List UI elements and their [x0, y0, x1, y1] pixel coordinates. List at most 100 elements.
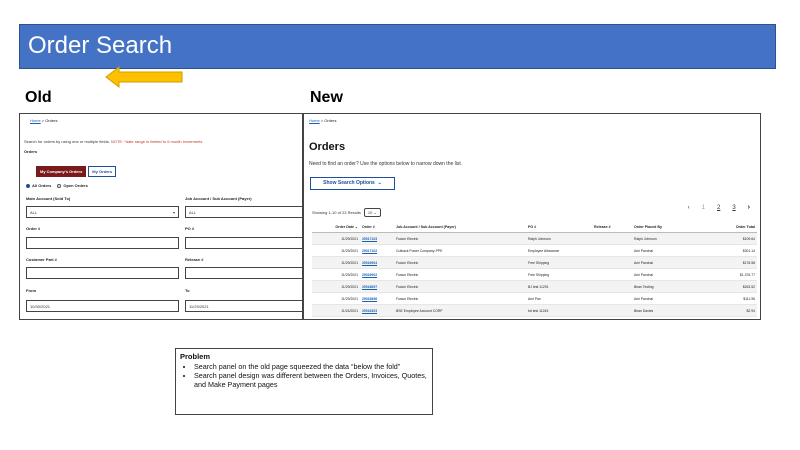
title-banner: Order Search — [19, 24, 776, 69]
order-number-input[interactable] — [26, 237, 179, 249]
show-search-options-button[interactable]: Show Search Options ⌄ — [310, 177, 395, 190]
cell-placed-by: Brian Testing — [632, 280, 708, 293]
cell-release-number — [592, 268, 632, 281]
job-account-select[interactable]: ALL — [185, 206, 302, 218]
cell-po-number: Ralph Johnson — [526, 232, 592, 245]
page-3-link[interactable]: 3 — [732, 205, 735, 211]
cell-order-number: 25016896 — [360, 292, 394, 305]
order-number-link[interactable]: 25016897 — [362, 285, 377, 289]
breadcrumb-current: > Orders — [319, 118, 337, 123]
table-row[interactable]: 11/29/2021 25016902 Fusion Electric Free Sh… — [312, 268, 757, 281]
to-date-input[interactable]: 11/29/2021 — [185, 300, 302, 312]
results-summary: Showing 1-10 of 23 Results 10 ⌄ — [312, 208, 381, 217]
page-2-link[interactable]: 2 — [717, 205, 720, 211]
cell-placed-by: Ami Panchal — [632, 268, 708, 281]
page-1-link[interactable]: 1 — [702, 205, 705, 211]
table-row[interactable]: 11/29/2021 25016897 Fusion Electric BJ test… — [312, 280, 757, 293]
left-arrow-icon — [105, 66, 183, 88]
orders-subtitle: Orders — [24, 149, 38, 154]
cell-order-date: 11/29/2021 — [312, 292, 360, 305]
breadcrumb-home-link[interactable]: Home — [30, 118, 41, 123]
next-page-icon[interactable]: › — [748, 204, 750, 211]
radio-all-orders[interactable]: All Orders — [26, 183, 51, 188]
cell-placed-by: Ami Panchal — [632, 256, 708, 269]
order-number-label: Order # — [26, 226, 41, 231]
new-page-screenshot: Home > Orders Orders Need to find an ord… — [303, 113, 761, 320]
hint-text: Search for orders by using one or multip… — [24, 139, 110, 144]
order-number-link[interactable]: 25017103 — [362, 237, 377, 241]
my-company-orders-button[interactable]: My Company's Orders — [36, 166, 87, 177]
page-size-value: 10 — [367, 210, 373, 215]
chevron-down-icon: ▾ — [172, 210, 175, 215]
cell-job-account: Fusion Electric — [394, 280, 526, 293]
table-row[interactable]: 11/29/2021 25016904 Fusion Electric Free Sh… — [312, 256, 757, 269]
col-po-number: PO # — [526, 222, 592, 233]
radio-open-orders[interactable]: Open Orders — [57, 183, 88, 188]
problem-bullet: Search panel on the old page squeezed th… — [194, 362, 428, 371]
cell-job-account: Fusion Electric — [394, 268, 526, 281]
order-number-link[interactable]: 25016303 — [362, 309, 377, 313]
from-date-input[interactable]: 10/30/2021 — [26, 300, 179, 312]
cell-order-total: $1,376.77 — [708, 268, 757, 281]
cell-job-account: BSE Employee Account CORP — [394, 304, 526, 317]
breadcrumb-current: > Orders — [40, 118, 58, 123]
problem-list: Search panel on the old page squeezed th… — [194, 362, 428, 389]
page-lead-text: Need to find an order? Use the options b… — [309, 161, 463, 167]
my-orders-button[interactable]: My Orders — [88, 166, 117, 177]
table-row[interactable]: 11/29/2021 25016896 Fusion Electric Ami Pan… — [312, 292, 757, 305]
order-number-link[interactable]: 25016896 — [362, 297, 377, 301]
cell-release-number — [592, 292, 632, 305]
table-row[interactable]: 11/29/2021 25017102 Cutback Power Company-… — [312, 244, 757, 257]
cell-order-number: 25016897 — [360, 280, 394, 293]
to-date-label: To — [185, 288, 190, 293]
main-account-select[interactable]: ALL ▾ — [26, 206, 179, 218]
radio-selected-icon — [26, 183, 30, 188]
col-order-date[interactable]: Order Date ⌄ — [312, 222, 360, 233]
page-size-select[interactable]: 10 ⌄ — [363, 208, 381, 217]
radio-empty-icon — [57, 183, 62, 188]
from-date-value: 10/30/2021 — [30, 304, 51, 309]
order-number-link[interactable]: 25017102 — [362, 249, 377, 253]
order-scope-toggle: My Company's Orders My Orders — [36, 166, 117, 177]
radio-open-label: Open Orders — [63, 183, 88, 188]
cell-placed-by: Ami Panchal — [632, 292, 708, 305]
problem-callout: Problem Search panel on the old page squ… — [175, 348, 433, 415]
cell-order-total: $2.94 — [708, 304, 757, 317]
cell-release-number — [592, 232, 632, 245]
job-account-label: Job Account / Sub Account (Payer) — [185, 196, 252, 201]
prev-page-icon[interactable]: ‹ — [688, 205, 690, 211]
cell-order-date: 11/29/2021 — [312, 268, 360, 281]
old-label: Old — [25, 89, 52, 106]
cell-job-account: Cutback Power Company-PPE — [394, 244, 526, 257]
cell-po-number: Employee Allowance — [526, 244, 592, 257]
breadcrumb-home-link[interactable]: Home — [309, 118, 320, 123]
customer-part-input[interactable] — [26, 267, 179, 279]
problem-title: Problem — [180, 352, 211, 361]
cell-order-total: $301.14 — [708, 244, 757, 257]
order-number-link[interactable]: 25016902 — [362, 273, 377, 277]
slide-title: Order Search — [28, 32, 173, 59]
main-account-value: ALL — [30, 210, 38, 215]
old-page-screenshot: Home > Orders Search for orders by using… — [19, 113, 303, 320]
cell-job-account: Fusion Electric — [394, 232, 526, 245]
order-number-link[interactable]: 25016904 — [362, 261, 377, 265]
col-order-placed-by: Order Placed By — [632, 222, 708, 233]
cell-po-number: Free Shipping — [526, 256, 592, 269]
search-hint: Search for orders by using one or multip… — [24, 139, 202, 144]
table-row[interactable]: 11/29/2021 25017103 Fusion Electric Ralph J… — [312, 232, 757, 245]
search-button-label: Show Search Options — [323, 180, 375, 186]
pagination: ‹ 1 2 3 › — [688, 204, 750, 211]
main-account-label: Main Account (Sold To) — [26, 196, 71, 201]
cell-release-number — [592, 304, 632, 317]
cell-order-date: 11/24/2021 — [312, 304, 360, 317]
to-date-value: 11/29/2021 — [189, 304, 209, 309]
new-label: New — [310, 89, 343, 106]
cell-order-total: $176.58 — [708, 256, 757, 269]
cell-order-number: 25016303 — [360, 304, 394, 317]
cell-po-number: Free Shipping — [526, 268, 592, 281]
cell-order-number: 25017103 — [360, 232, 394, 245]
cell-order-total: $109.64 — [708, 232, 757, 245]
table-row[interactable]: 11/24/2021 25016303 BSE Employee Account C… — [312, 304, 757, 317]
release-number-input[interactable] — [185, 267, 302, 279]
po-number-input[interactable] — [185, 237, 302, 249]
